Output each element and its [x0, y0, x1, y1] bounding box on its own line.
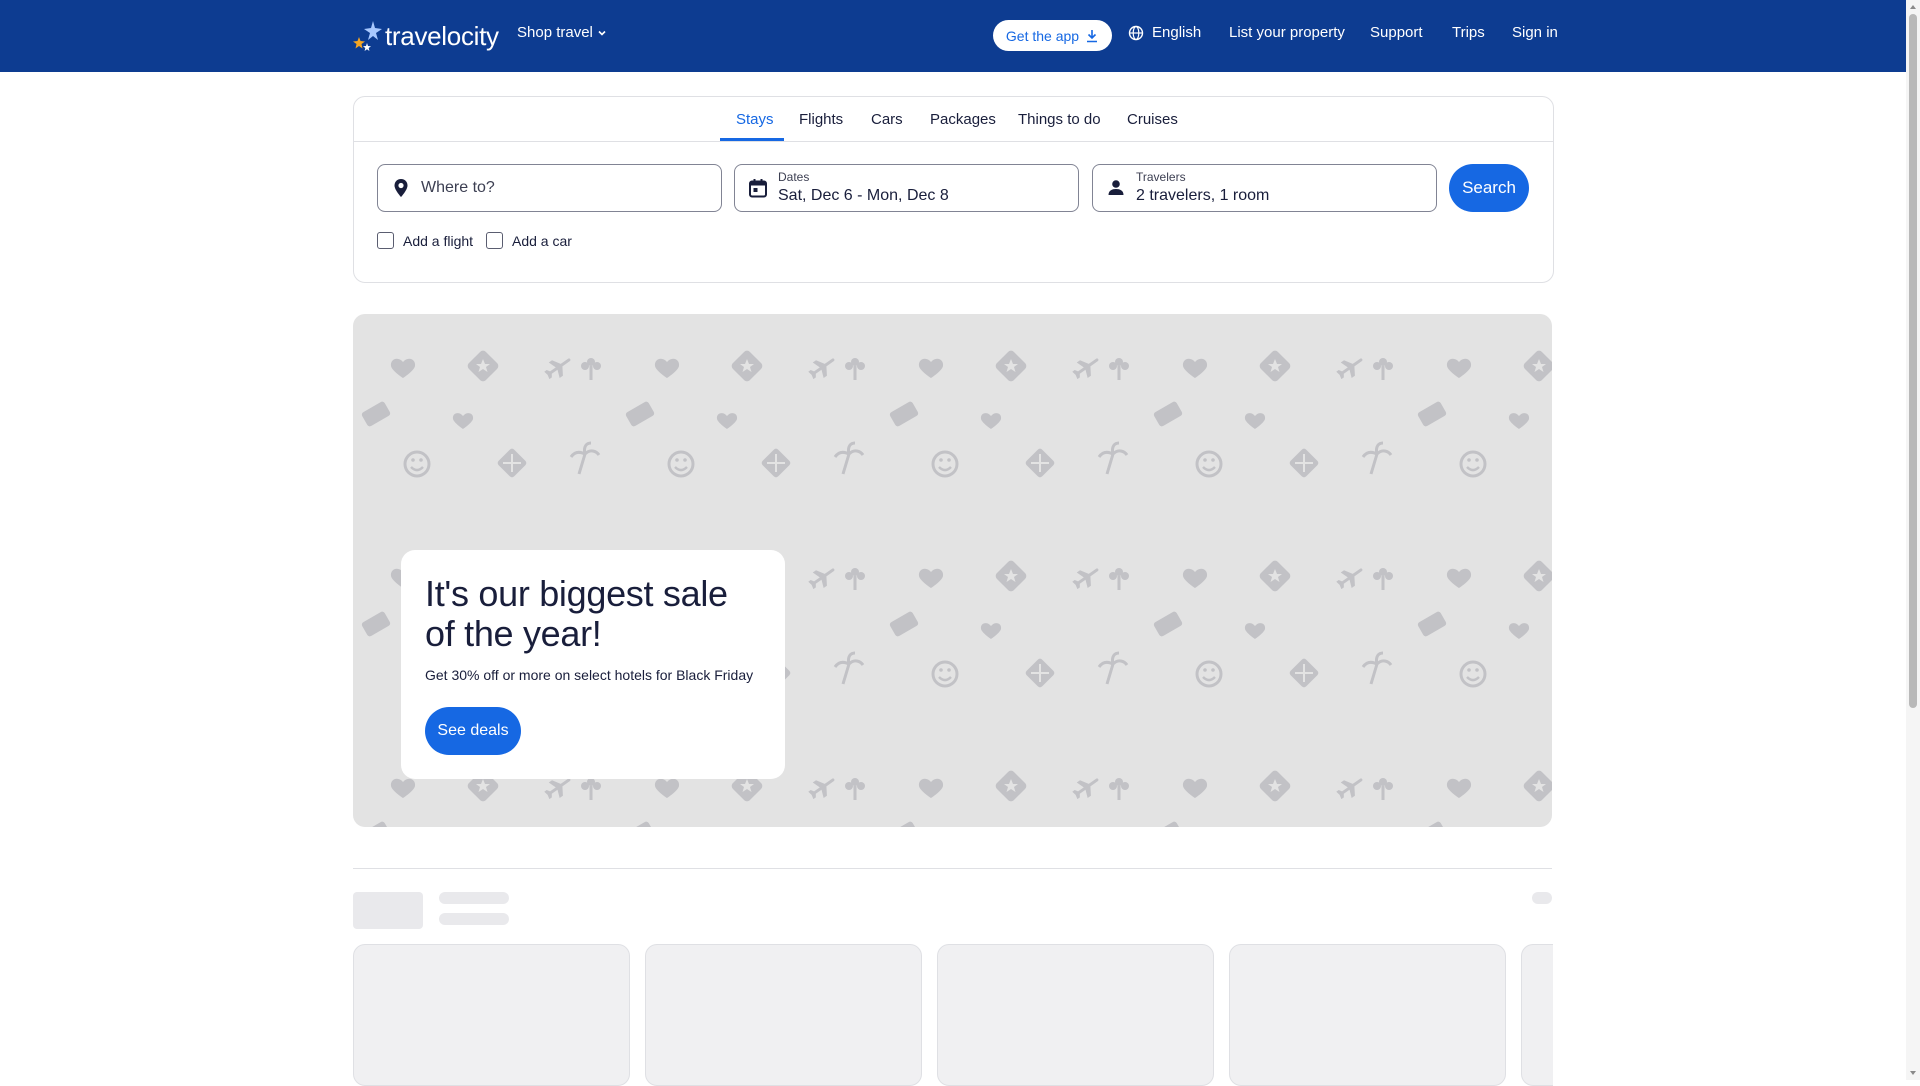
search-button[interactable]: Search [1449, 164, 1529, 212]
tab-flights[interactable]: Flights [799, 111, 843, 128]
top-header: travelocity Shop travel Get the app Engl… [0, 0, 1906, 72]
destination-field[interactable]: Where to? [377, 164, 722, 212]
dates-label: Dates [778, 170, 810, 184]
skeleton-card [937, 944, 1214, 1086]
download-icon [1087, 29, 1098, 42]
skeleton-line [439, 892, 509, 904]
search-card: Stays Flights Cars Packages Things to do… [353, 96, 1554, 283]
skeleton-card [645, 944, 922, 1086]
trips-link[interactable]: Trips [1452, 24, 1485, 41]
promo-subtitle: Get 30% off or more on select hotels for… [425, 667, 754, 683]
active-tab-indicator [720, 138, 784, 141]
travel-tabs: Stays Flights Cars Packages Things to do… [354, 97, 1553, 142]
add-car-checkbox[interactable]: Add a car [486, 232, 572, 249]
add-flight-checkbox[interactable]: Add a flight [377, 232, 473, 249]
checkbox-box[interactable] [377, 232, 394, 249]
skeleton-card-partial [1521, 944, 1553, 1086]
tab-cruises[interactable]: Cruises [1127, 111, 1178, 128]
skeleton-card [353, 944, 630, 1086]
scroll-down-arrow-icon[interactable] [1909, 1069, 1917, 1077]
checkbox-box[interactable] [486, 232, 503, 249]
skeleton-line [439, 913, 509, 925]
scroll-up-arrow-icon[interactable] [1909, 3, 1917, 11]
logo-text: travelocity [385, 20, 499, 51]
tab-packages[interactable]: Packages [930, 111, 996, 128]
dates-value: Sat, Dec 6 - Mon, Dec 8 [778, 187, 949, 204]
promo-card: It's our biggest sale of the year! Get 3… [401, 550, 785, 779]
scrollbar-thumb[interactable] [1909, 14, 1917, 708]
shop-travel-label: Shop travel [517, 24, 593, 41]
list-your-property-link[interactable]: List your property [1229, 24, 1345, 41]
language-selector[interactable]: English [1128, 24, 1201, 41]
travelers-label: Travelers [1136, 170, 1186, 184]
sign-in-link[interactable]: Sign in [1512, 24, 1558, 41]
dates-field[interactable]: Dates Sat, Dec 6 - Mon, Dec 8 [734, 164, 1079, 212]
calendar-icon [749, 179, 767, 198]
tab-stays[interactable]: Stays [736, 111, 774, 128]
language-label: English [1152, 24, 1202, 41]
tab-things-to-do[interactable]: Things to do [1018, 111, 1101, 128]
promo-banner: It's our biggest sale of the year! Get 3… [353, 314, 1552, 827]
skeleton-pill [1532, 892, 1552, 904]
chevron-down-icon [598, 30, 606, 36]
destination-placeholder: Where to? [421, 179, 495, 196]
see-deals-button[interactable]: See deals [425, 707, 521, 755]
travelers-field[interactable]: Travelers 2 travelers, 1 room [1092, 164, 1437, 212]
map-pin-icon [394, 179, 408, 197]
travelers-value: 2 travelers, 1 room [1136, 187, 1270, 204]
get-app-label: Get the app [1005, 27, 1080, 44]
person-icon [1108, 180, 1124, 195]
skeleton-card [1229, 944, 1506, 1086]
add-car-label: Add a car [512, 232, 572, 249]
logo-star-icon [353, 21, 382, 51]
travelocity-logo[interactable]: travelocity [353, 18, 499, 54]
support-link[interactable]: Support [1370, 24, 1423, 41]
tab-cars[interactable]: Cars [871, 111, 903, 128]
get-the-app-button[interactable]: Get the app [993, 20, 1112, 51]
section-divider [353, 868, 1552, 869]
vertical-scrollbar[interactable] [1906, 0, 1920, 1080]
add-flight-label: Add a flight [403, 232, 474, 249]
globe-icon [1128, 25, 1144, 40]
shop-travel-menu[interactable]: Shop travel [517, 24, 607, 41]
skeleton-thumbnail [353, 892, 423, 929]
promo-title: It's our biggest sale of the year! [425, 573, 728, 654]
